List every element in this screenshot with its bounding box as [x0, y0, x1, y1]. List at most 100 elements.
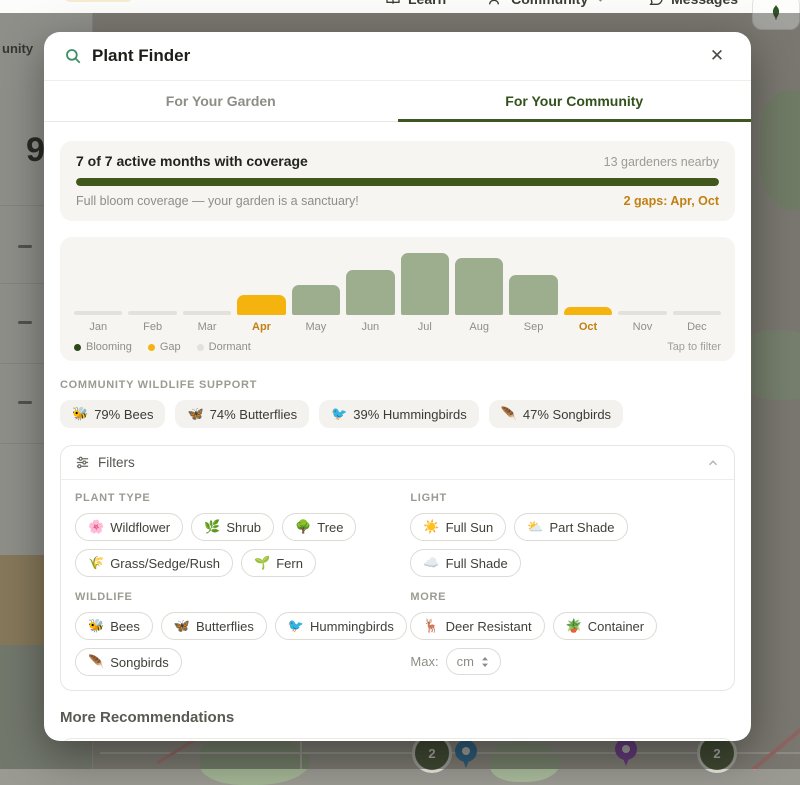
- bar-dormant: [618, 311, 666, 315]
- filter-pill-part-shade[interactable]: ⛅Part Shade: [514, 513, 627, 541]
- pill-label: Bees: [110, 619, 140, 634]
- legend-item-blooming: Blooming: [74, 341, 132, 353]
- filter-pill-hummingbirds[interactable]: 🐦Hummingbirds: [275, 612, 407, 640]
- legend-dot: [148, 344, 155, 351]
- coverage-progress-track: [76, 178, 719, 186]
- wildlife-chip-butterflies[interactable]: 🦋74% Butterflies: [175, 400, 309, 428]
- filter-pill-songbirds[interactable]: 🪶Songbirds: [75, 648, 182, 676]
- month-label-sep: Sep: [509, 321, 557, 333]
- filter-pill-wildflower[interactable]: 🌸Wildflower: [75, 513, 183, 541]
- recommendation-card[interactable]: Black CohoshActaea racemosa🐝Bees: [60, 738, 735, 741]
- wildlife-chip-bees[interactable]: 🐝 79% Bees: [60, 400, 165, 428]
- chip-label: 47% Songbirds: [523, 407, 611, 422]
- bloom-bar-dec[interactable]: [673, 311, 721, 315]
- bloom-bar-apr[interactable]: [237, 295, 285, 315]
- bar-blooming: [346, 270, 394, 315]
- bloom-bar-jul[interactable]: [401, 253, 449, 315]
- recommendations-heading: More Recommendations: [60, 709, 735, 726]
- wildlife-support-heading: COMMUNITY WILDLIFE SUPPORT: [60, 379, 735, 391]
- month-label-feb: Feb: [128, 321, 176, 333]
- month-label-mar: Mar: [183, 321, 231, 333]
- filters-body: PLANT TYPE 🌸Wildflower 🌿Shrub 🌳Tree 🌾Grass/S…: [61, 480, 734, 690]
- pill-label: Full Sun: [446, 520, 494, 535]
- pill-label: Tree: [317, 520, 343, 535]
- filter-pill-fern[interactable]: 🌱Fern: [241, 549, 316, 577]
- filter-pill-shrub[interactable]: 🌿Shrub: [191, 513, 274, 541]
- wildlife-support-chips: 🐝 79% Bees 🦋74% Butterflies 🐦39% Hummingbir…: [60, 400, 735, 428]
- chat-icon: [648, 0, 664, 7]
- tab-garden[interactable]: For Your Garden: [44, 81, 398, 121]
- nav-item-messages[interactable]: Messages: [648, 0, 738, 7]
- bloom-bar-aug[interactable]: [455, 258, 503, 315]
- filter-pill-butterflies[interactable]: 🦋Butterflies: [161, 612, 267, 640]
- filters-label: Filters: [98, 455, 135, 470]
- month-label-nov: Nov: [618, 321, 666, 333]
- legend-item-gap: Gap: [148, 341, 181, 353]
- wildlife-chip-hummingbirds[interactable]: 🐦39% Hummingbirds: [319, 400, 479, 428]
- legend-dot: [197, 344, 204, 351]
- bar-blooming: [292, 285, 340, 315]
- feather-icon: 🪶: [501, 406, 517, 422]
- butterfly-icon: 🦋: [187, 406, 203, 422]
- chart-legend: BloomingGapDormant Tap to filter: [74, 341, 721, 353]
- bloom-bar-feb[interactable]: [128, 311, 176, 315]
- stepper-icon: [480, 656, 490, 668]
- filter-group-label: LIGHT: [410, 492, 720, 504]
- wildlife-chip-songbirds[interactable]: 🪶 47% Songbirds: [489, 400, 623, 428]
- nav-item-label: Community: [511, 0, 588, 7]
- pill-label: Full Shade: [446, 556, 508, 571]
- filters-header[interactable]: Filters: [61, 446, 734, 480]
- filter-group-wildlife: WILDLIFE🐝Bees🦋Butterflies🐦Hummingbirds🪶S…: [75, 591, 410, 676]
- bees-icon: 🐝: [88, 618, 104, 634]
- nav-item-community[interactable]: Community: [488, 0, 606, 7]
- hummingbirds-icon: 🐦: [288, 618, 304, 634]
- bloom-bar-nov[interactable]: [618, 311, 666, 315]
- modal-title: Plant Finder: [92, 46, 190, 66]
- chevron-down-icon: [595, 0, 606, 5]
- pill-label: Part Shade: [549, 520, 614, 535]
- gardeners-nearby-label: 13 gardeners nearby: [604, 155, 719, 169]
- bar-gap: [237, 295, 285, 315]
- people-icon: [488, 0, 504, 7]
- recommendations-list: Black CohoshActaea racemosa🐝Bees: [60, 738, 735, 741]
- close-icon[interactable]: ✕: [703, 42, 731, 70]
- tab-community[interactable]: For Your Community: [398, 81, 752, 121]
- modal-body: 7 of 7 active months with coverage 13 ga…: [44, 122, 751, 741]
- filter-pill-full-sun[interactable]: ☀️ Full Sun: [410, 513, 506, 541]
- nav-item-label: Learn: [408, 0, 446, 7]
- filter-pill-tree[interactable]: 🌳Tree: [282, 513, 356, 541]
- bloom-chart-panel: JanFebMarAprMayJunJulAugSepOctNovDec Blo…: [60, 237, 735, 361]
- plant-finder-modal: Plant Finder ✕ For Your GardenFor Your C…: [44, 32, 751, 741]
- grass-sedge-rush-icon: 🌾: [88, 555, 104, 571]
- filter-pill-deer-resistant[interactable]: 🦌Deer Resistant: [410, 612, 544, 640]
- bloom-bar-oct[interactable]: [564, 307, 612, 315]
- chip-label: 39% Hummingbirds: [353, 407, 466, 422]
- bee-icon: 🐝: [72, 406, 88, 422]
- pill-label: Container: [588, 619, 644, 634]
- month-label-dec: Dec: [673, 321, 721, 333]
- chevron-up-icon[interactable]: [706, 456, 720, 470]
- bloom-bar-sep[interactable]: [509, 275, 557, 315]
- month-labels-row: JanFebMarAprMayJunJulAugSepOctNovDec: [74, 321, 721, 333]
- book-icon: [385, 0, 401, 7]
- bloom-bar-jan[interactable]: [74, 311, 122, 315]
- max-height-unit-select[interactable]: cm: [446, 648, 501, 675]
- bloom-bar-may[interactable]: [292, 285, 340, 315]
- bloom-bar-mar[interactable]: [183, 311, 231, 315]
- coverage-subtitle: Full bloom coverage — your garden is a s…: [76, 194, 359, 208]
- filter-pill-full-shade[interactable]: ☁️Full Shade: [410, 549, 520, 577]
- filter-pill-container[interactable]: 🪴Container: [553, 612, 658, 640]
- full-sun-icon: ☀️: [423, 519, 439, 535]
- filter-pill-bees[interactable]: 🐝 Bees: [75, 612, 153, 640]
- legend-dot: [74, 344, 81, 351]
- coverage-gaps-label: 2 gaps: Apr, Oct: [624, 194, 719, 208]
- filter-group-more: MORE 🦌Deer Resistant 🪴Container Max: cm: [410, 591, 720, 676]
- filter-group-label: MORE: [410, 591, 720, 603]
- nav-item-learn[interactable]: Learn: [385, 0, 446, 7]
- filter-group-label: PLANT TYPE: [75, 492, 410, 504]
- chip-label: 79% Bees: [94, 407, 153, 422]
- filter-pill-grass-sedge-rush[interactable]: 🌾Grass/Sedge/Rush: [75, 549, 233, 577]
- filter-group-light: LIGHT ☀️ Full Sun ⛅Part Shade ☁️Full Shade: [410, 492, 720, 577]
- bloom-bar-jun[interactable]: [346, 270, 394, 315]
- max-label: Max:: [410, 654, 438, 669]
